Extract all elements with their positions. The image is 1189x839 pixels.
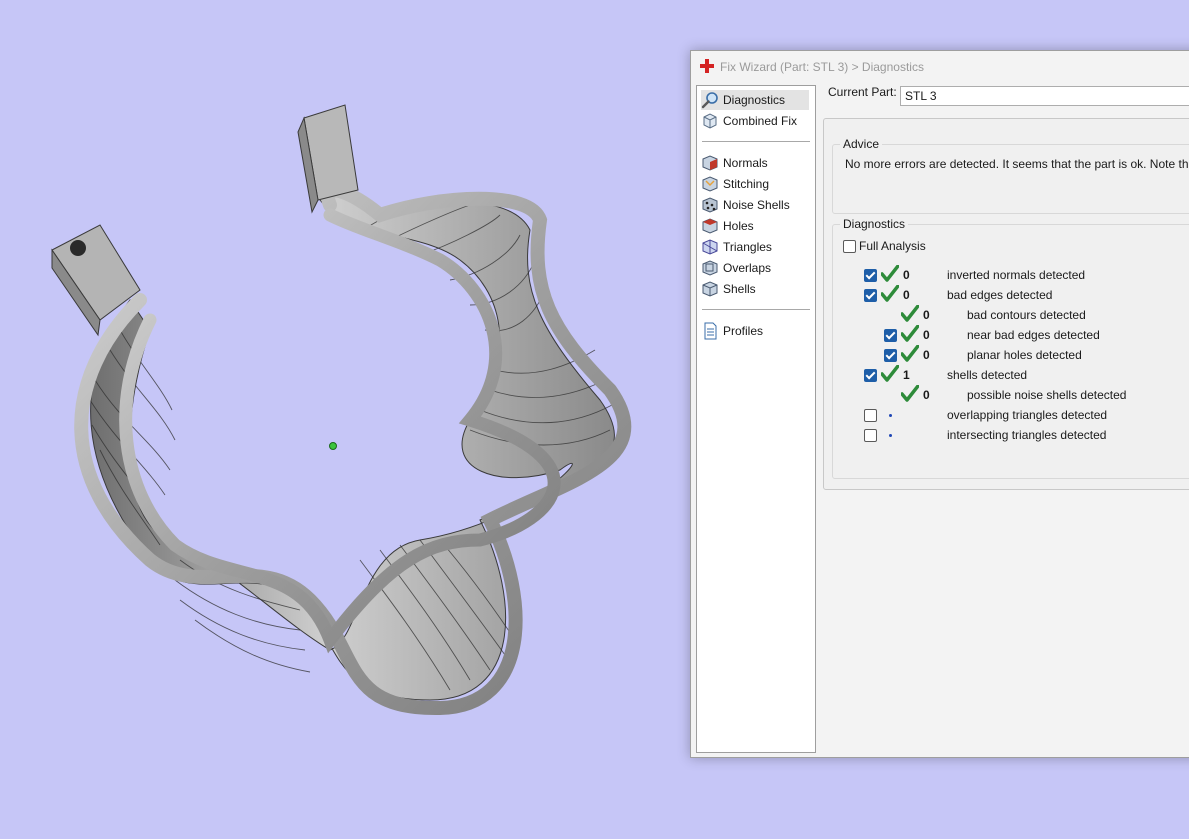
- diag-row-label: intersecting triangles detected: [947, 428, 1107, 442]
- dialog-titlebar[interactable]: Fix Wizard (Part: STL 3) > Diagnostics: [691, 51, 1189, 81]
- nav-label: Holes: [723, 219, 754, 233]
- nav-item-stitching[interactable]: Stitching: [701, 174, 809, 194]
- red-cross-icon: [700, 59, 714, 73]
- diag-count: 0: [923, 388, 930, 402]
- advice-group: Advice No more errors are detected. It s…: [832, 137, 1189, 214]
- rotation-center-marker: [329, 442, 337, 450]
- nav-separator: [702, 309, 810, 310]
- pending-dot-icon: [889, 434, 892, 437]
- diag-row-label: near bad edges detected: [967, 328, 1100, 342]
- nav-label: Shells: [723, 282, 756, 296]
- diag-row-label: planar holes detected: [967, 348, 1082, 362]
- overlaps-cube-icon: [702, 260, 718, 276]
- current-part-label: Current Part:: [828, 85, 897, 99]
- magnifier-icon: [701, 92, 718, 109]
- green-check-icon: [901, 345, 919, 362]
- advice-title: Advice: [840, 137, 883, 151]
- nav-item-diagnostics[interactable]: Diagnostics: [701, 90, 809, 110]
- diag-row-label: possible noise shells detected: [967, 388, 1127, 402]
- diag-row-label: inverted normals detected: [947, 268, 1086, 282]
- nav-item-triangles[interactable]: Triangles: [701, 237, 809, 257]
- green-check-icon: [901, 325, 919, 342]
- diag-checkbox[interactable]: [884, 349, 897, 362]
- diag-count: 0: [923, 308, 930, 322]
- diag-checkbox[interactable]: [864, 369, 877, 382]
- diag-checkbox[interactable]: [864, 409, 877, 422]
- green-check-icon: [881, 365, 899, 382]
- diag-checkbox[interactable]: [864, 269, 877, 282]
- holes-cube-icon: [702, 218, 718, 234]
- diag-count: 0: [923, 328, 930, 342]
- fix-wizard-dialog: Fix Wizard (Part: STL 3) > Diagnostics D…: [690, 50, 1189, 758]
- diag-row-label: overlapping triangles detected: [947, 408, 1108, 422]
- nav-label: Diagnostics: [723, 93, 786, 107]
- nav-separator: [702, 141, 810, 142]
- green-check-icon: [901, 305, 919, 322]
- wizard-nav-list: Diagnostics Combined Fix Normals Stitchi…: [696, 85, 816, 753]
- pending-dot-icon: [889, 414, 892, 417]
- green-check-icon: [881, 285, 899, 302]
- diag-row-label: shells detected: [947, 368, 1028, 382]
- nav-item-profiles[interactable]: Profiles: [701, 321, 809, 341]
- full-analysis-label: Full Analysis: [859, 239, 926, 253]
- diag-row-label: bad edges detected: [947, 288, 1053, 302]
- dialog-title: Fix Wizard (Part: STL 3) > Diagnostics: [720, 60, 924, 74]
- combined-fix-icon: [703, 113, 717, 129]
- nav-item-combined-fix[interactable]: Combined Fix: [701, 111, 809, 131]
- nav-item-holes[interactable]: Holes: [701, 216, 809, 236]
- noise-shells-cube-icon: [702, 197, 718, 213]
- diagnostics-group: Diagnostics Full Analysis 0 inverted nor…: [832, 217, 1189, 479]
- diag-checkbox[interactable]: [864, 429, 877, 442]
- current-part-field[interactable]: STL 3: [900, 86, 1189, 106]
- nav-label: Stitching: [723, 177, 770, 191]
- full-analysis-checkbox[interactable]: [843, 240, 856, 253]
- nav-label: Triangles: [723, 240, 772, 254]
- nav-label: Overlaps: [723, 261, 772, 275]
- diag-row-label: bad contours detected: [967, 308, 1086, 322]
- advice-text: No more errors are detected. It seems th…: [845, 157, 1189, 171]
- green-check-icon: [901, 385, 919, 402]
- diag-count: 0: [903, 288, 910, 302]
- diag-count: 1: [903, 368, 910, 382]
- diag-count: 0: [923, 348, 930, 362]
- diag-checkbox[interactable]: [884, 329, 897, 342]
- nav-label: Noise Shells: [723, 198, 790, 212]
- diag-checkbox[interactable]: [864, 289, 877, 302]
- nav-label: Normals: [723, 156, 768, 170]
- nav-item-shells[interactable]: Shells: [701, 279, 809, 299]
- triangles-cube-icon: [702, 239, 718, 255]
- normals-cube-icon: [702, 155, 718, 171]
- nav-label: Profiles: [723, 324, 764, 338]
- nav-item-noise-shells[interactable]: Noise Shells: [701, 195, 809, 215]
- nav-item-normals[interactable]: Normals: [701, 153, 809, 173]
- diag-count: 0: [903, 268, 910, 282]
- diagnostics-title: Diagnostics: [840, 217, 909, 231]
- shells-cube-icon: [702, 281, 718, 297]
- diagnostics-panel: Advice No more errors are detected. It s…: [823, 118, 1189, 490]
- nav-label: Combined Fix: [723, 114, 798, 128]
- document-icon: [704, 322, 717, 340]
- green-check-icon: [881, 265, 899, 282]
- stitching-cube-icon: [702, 176, 718, 192]
- nav-item-overlaps[interactable]: Overlaps: [701, 258, 809, 278]
